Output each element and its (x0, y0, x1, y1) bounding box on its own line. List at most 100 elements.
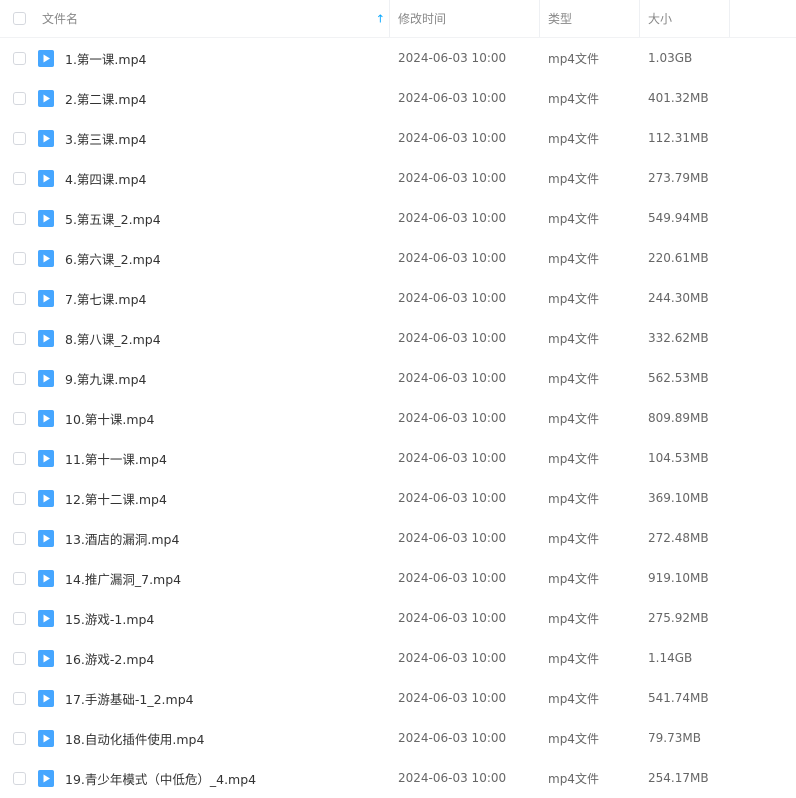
file-row[interactable]: 9.第九课.mp4 2024-06-03 10:00 mp4文件 562.53M… (0, 358, 796, 398)
file-name-cell[interactable]: 7.第七课.mp4 (38, 278, 390, 318)
row-checkbox[interactable] (12, 131, 26, 145)
select-all-checkbox[interactable] (12, 12, 26, 25)
file-name-cell[interactable]: 1.第一课.mp4 (38, 38, 390, 78)
arrow-up-icon[interactable]: ↑ (376, 13, 385, 24)
file-row[interactable]: 7.第七课.mp4 2024-06-03 10:00 mp4文件 244.30M… (0, 278, 796, 318)
column-header-time-label: 修改时间 (398, 12, 447, 26)
file-modified-time: 2024-06-03 10:00 (398, 571, 507, 585)
file-row[interactable]: 2.第二课.mp4 2024-06-03 10:00 mp4文件 401.32M… (0, 78, 796, 118)
file-row[interactable]: 13.酒店的漏洞.mp4 2024-06-03 10:00 mp4文件 272.… (0, 518, 796, 558)
file-name[interactable]: 2.第二课.mp4 (65, 89, 146, 108)
file-row[interactable]: 16.游戏-2.mp4 2024-06-03 10:00 mp4文件 1.14G… (0, 638, 796, 678)
column-header-size[interactable]: 大小 (640, 0, 730, 37)
file-type: mp4文件 (548, 611, 599, 626)
file-name[interactable]: 10.第十课.mp4 (65, 409, 154, 428)
file-modified-time: 2024-06-03 10:00 (398, 611, 507, 625)
row-checkbox[interactable] (12, 691, 26, 705)
file-name-cell[interactable]: 4.第四课.mp4 (38, 158, 390, 198)
column-header-type-label: 类型 (548, 12, 573, 26)
file-name[interactable]: 12.第十二课.mp4 (65, 489, 167, 508)
row-checkbox[interactable] (12, 411, 26, 425)
file-name-cell[interactable]: 18.自动化插件使用.mp4 (38, 718, 390, 758)
file-name-cell[interactable]: 3.第三课.mp4 (38, 118, 390, 158)
file-modified-time: 2024-06-03 10:00 (398, 491, 507, 505)
file-name-cell[interactable]: 12.第十二课.mp4 (38, 478, 390, 518)
row-checkbox[interactable] (12, 91, 26, 105)
file-name-cell[interactable]: 14.推广漏洞_7.mp4 (38, 558, 390, 598)
row-checkbox[interactable] (12, 531, 26, 545)
file-name-cell[interactable]: 5.第五课_2.mp4 (38, 198, 390, 238)
file-row[interactable]: 10.第十课.mp4 2024-06-03 10:00 mp4文件 809.89… (0, 398, 796, 438)
file-size: 1.14GB (648, 651, 693, 665)
file-modified-time: 2024-06-03 10:00 (398, 51, 507, 65)
file-size: 369.10MB (648, 491, 709, 505)
video-file-icon (38, 729, 54, 747)
column-header-time[interactable]: 修改时间 (390, 0, 540, 37)
file-name-cell[interactable]: 2.第二课.mp4 (38, 78, 390, 118)
file-type: mp4文件 (548, 331, 599, 346)
file-name[interactable]: 5.第五课_2.mp4 (65, 209, 161, 228)
row-checkbox[interactable] (12, 611, 26, 625)
file-name-cell[interactable]: 19.青少年模式（中低危）_4.mp4 (38, 758, 390, 798)
file-name-cell[interactable]: 13.酒店的漏洞.mp4 (38, 518, 390, 558)
file-name-cell[interactable]: 17.手游基础-1_2.mp4 (38, 678, 390, 718)
file-row[interactable]: 18.自动化插件使用.mp4 2024-06-03 10:00 mp4文件 79… (0, 718, 796, 758)
file-row[interactable]: 17.手游基础-1_2.mp4 2024-06-03 10:00 mp4文件 5… (0, 678, 796, 718)
row-checkbox[interactable] (12, 171, 26, 185)
file-row[interactable]: 8.第八课_2.mp4 2024-06-03 10:00 mp4文件 332.6… (0, 318, 796, 358)
column-header-type[interactable]: 类型 (540, 0, 640, 37)
file-row[interactable]: 5.第五课_2.mp4 2024-06-03 10:00 mp4文件 549.9… (0, 198, 796, 238)
file-name[interactable]: 17.手游基础-1_2.mp4 (65, 689, 194, 708)
row-checkbox[interactable] (12, 51, 26, 65)
file-name-cell[interactable]: 8.第八课_2.mp4 (38, 318, 390, 358)
file-name[interactable]: 19.青少年模式（中低危）_4.mp4 (65, 769, 256, 788)
file-name-cell[interactable]: 15.游戏-1.mp4 (38, 598, 390, 638)
file-name-cell[interactable]: 11.第十一课.mp4 (38, 438, 390, 478)
file-name[interactable]: 7.第七课.mp4 (65, 289, 146, 308)
file-row[interactable]: 4.第四课.mp4 2024-06-03 10:00 mp4文件 273.79M… (0, 158, 796, 198)
row-check-cell (0, 78, 38, 118)
file-name[interactable]: 6.第六课_2.mp4 (65, 249, 161, 268)
file-name[interactable]: 13.酒店的漏洞.mp4 (65, 529, 179, 548)
file-name[interactable]: 18.自动化插件使用.mp4 (65, 729, 204, 748)
file-name[interactable]: 9.第九课.mp4 (65, 369, 146, 388)
row-checkbox[interactable] (12, 371, 26, 385)
file-type: mp4文件 (548, 651, 599, 666)
file-name-cell[interactable]: 6.第六课_2.mp4 (38, 238, 390, 278)
row-checkbox[interactable] (12, 451, 26, 465)
file-row[interactable]: 15.游戏-1.mp4 2024-06-03 10:00 mp4文件 275.9… (0, 598, 796, 638)
file-name[interactable]: 8.第八课_2.mp4 (65, 329, 161, 348)
file-row[interactable]: 12.第十二课.mp4 2024-06-03 10:00 mp4文件 369.1… (0, 478, 796, 518)
row-checkbox[interactable] (12, 571, 26, 585)
file-row[interactable]: 11.第十一课.mp4 2024-06-03 10:00 mp4文件 104.5… (0, 438, 796, 478)
file-name-cell[interactable]: 9.第九课.mp4 (38, 358, 390, 398)
file-name[interactable]: 14.推广漏洞_7.mp4 (65, 569, 181, 588)
file-name[interactable]: 3.第三课.mp4 (65, 129, 146, 148)
row-checkbox[interactable] (12, 211, 26, 225)
file-row[interactable]: 6.第六课_2.mp4 2024-06-03 10:00 mp4文件 220.6… (0, 238, 796, 278)
file-name[interactable]: 15.游戏-1.mp4 (65, 609, 154, 628)
file-size: 254.17MB (648, 771, 709, 785)
row-checkbox[interactable] (12, 651, 26, 665)
file-row[interactable]: 14.推广漏洞_7.mp4 2024-06-03 10:00 mp4文件 919… (0, 558, 796, 598)
file-name[interactable]: 16.游戏-2.mp4 (65, 649, 154, 668)
row-checkbox[interactable] (12, 731, 26, 745)
file-name-cell[interactable]: 16.游戏-2.mp4 (38, 638, 390, 678)
row-checkbox[interactable] (12, 291, 26, 305)
file-row[interactable]: 3.第三课.mp4 2024-06-03 10:00 mp4文件 112.31M… (0, 118, 796, 158)
row-checkbox[interactable] (12, 771, 26, 785)
row-checkbox[interactable] (12, 331, 26, 345)
file-name-cell[interactable]: 10.第十课.mp4 (38, 398, 390, 438)
row-checkbox[interactable] (12, 491, 26, 505)
video-file-icon (38, 329, 54, 347)
file-row[interactable]: 19.青少年模式（中低危）_4.mp4 2024-06-03 10:00 mp4… (0, 758, 796, 798)
row-checkbox[interactable] (12, 251, 26, 265)
column-header-name-label: 文件名 (42, 12, 79, 26)
file-name[interactable]: 4.第四课.mp4 (65, 169, 146, 188)
column-header-name[interactable]: 文件名 ↑ (38, 0, 390, 37)
file-row[interactable]: 1.第一课.mp4 2024-06-03 10:00 mp4文件 1.03GB (0, 38, 796, 78)
file-name[interactable]: 11.第十一课.mp4 (65, 449, 167, 468)
file-size: 273.79MB (648, 171, 709, 185)
file-size: 112.31MB (648, 131, 709, 145)
file-name[interactable]: 1.第一课.mp4 (65, 49, 146, 68)
